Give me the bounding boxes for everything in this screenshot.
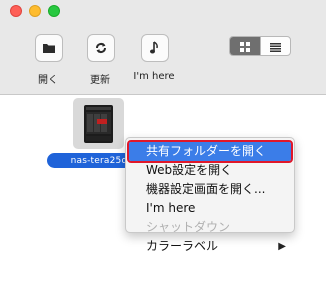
im-here-label: I'm here [133, 71, 175, 82]
view-toggle [229, 36, 291, 56]
grid-view-button[interactable] [230, 37, 260, 55]
folder-icon [42, 42, 56, 54]
open-button[interactable] [35, 34, 63, 62]
menu-item-color-label-text: カラーラベル [146, 239, 219, 253]
list-view-button[interactable] [259, 37, 291, 55]
refresh-button[interactable] [87, 34, 115, 62]
menu-item-open-device-settings[interactable]: 機器設定画面を開く... [126, 180, 294, 199]
minimize-window-button[interactable] [29, 5, 41, 17]
device-tile[interactable] [73, 98, 124, 149]
nas-device-icon [73, 105, 124, 153]
menu-item-shutdown: シャットダウン [146, 220, 231, 234]
close-window-button[interactable] [10, 5, 22, 17]
list-view-icon [269, 37, 281, 55]
refresh-icon [94, 41, 108, 55]
submenu-arrow-icon: ▶ [278, 241, 286, 252]
context-menu: 共有フォルダーを開く Web設定を開く 機器設定画面を開く... I'm her… [125, 137, 295, 253]
zoom-window-button[interactable] [48, 5, 60, 17]
menu-item-open-shared-folder[interactable]: 共有フォルダーを開く [127, 140, 293, 163]
music-note-icon [149, 41, 161, 55]
im-here-button[interactable] [141, 34, 169, 62]
window-toolbar: 開く 更新 I'm here [0, 0, 326, 95]
menu-item-im-here[interactable]: I'm here [126, 199, 294, 218]
grid-view-icon [239, 37, 250, 55]
menu-item-open-web-settings[interactable]: Web設定を開く [126, 161, 294, 180]
menu-item-color-label[interactable]: カラーラベル ▶ [126, 237, 294, 256]
